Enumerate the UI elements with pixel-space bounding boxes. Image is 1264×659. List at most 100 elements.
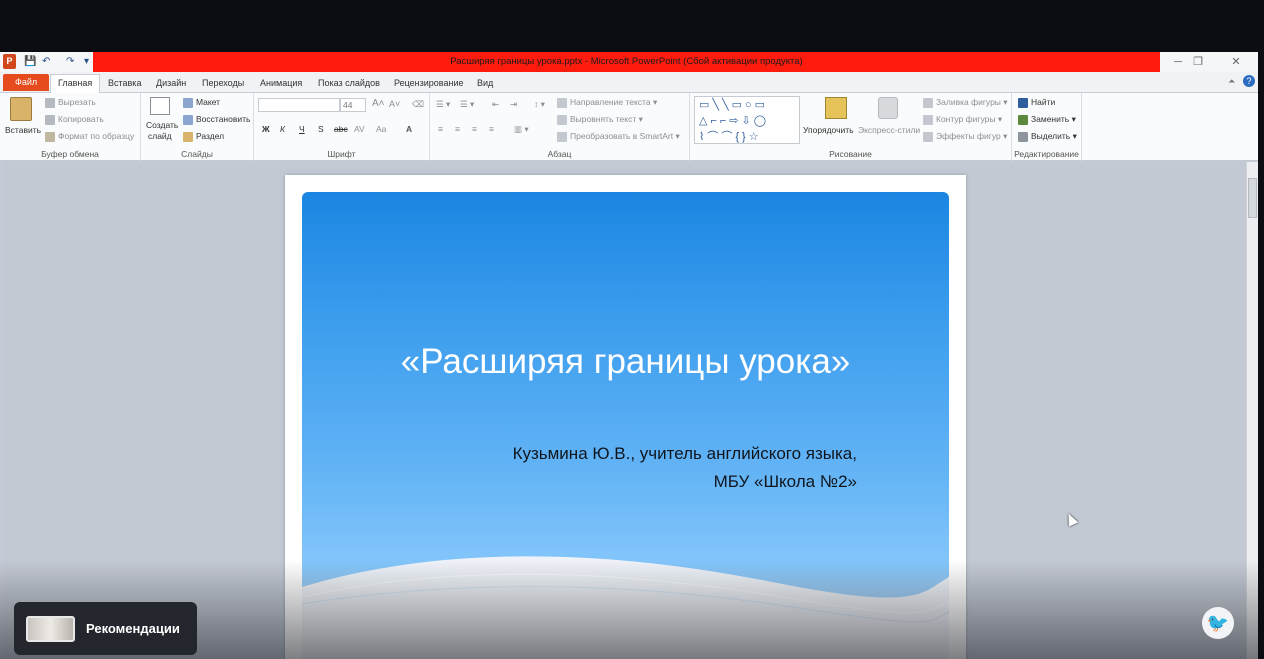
recommendations-label: Рекомендации [86, 621, 180, 636]
tab-view[interactable]: Вид [470, 75, 500, 93]
effects-icon [923, 131, 933, 142]
powerpoint-app-icon[interactable]: P [3, 54, 16, 69]
italic-button[interactable]: К [280, 123, 285, 135]
cut-button[interactable]: Вырезать [45, 96, 96, 108]
replace-label: Заменить [1031, 114, 1070, 124]
tab-insert[interactable]: Вставка [101, 75, 148, 93]
text-direction-button[interactable]: Направление текста ▾ [557, 96, 657, 108]
copy-button[interactable]: Копировать [45, 113, 104, 125]
clear-format-icon[interactable]: ⌫ [412, 98, 424, 110]
save-icon[interactable]: 💾 [24, 55, 36, 69]
shrink-font-icon[interactable]: A˅ [389, 98, 400, 110]
restore-button[interactable]: ❐ [1188, 53, 1208, 71]
undo-icon[interactable]: ↶ [42, 55, 50, 69]
increase-indent-icon[interactable]: ⇥ [510, 98, 517, 110]
tab-animation[interactable]: Анимация [253, 75, 309, 93]
align-right-icon[interactable]: ≡ [472, 123, 477, 135]
ribbon-tabs: Файл Главная Вставка Дизайн Переходы Ани… [0, 72, 1258, 93]
ribbon-home: Вставить Вырезать Копировать Формат по о… [0, 93, 1258, 161]
align-center-icon[interactable]: ≡ [455, 123, 460, 135]
slide-subtitle-line2[interactable]: МБУ «Школа №2» [714, 472, 857, 492]
tab-transitions[interactable]: Переходы [195, 75, 251, 93]
group-editing: Найти Заменить ▾ Выделить ▾ Редактирован… [1012, 93, 1082, 161]
underline-button[interactable]: Ч [299, 123, 305, 135]
paste-icon[interactable] [10, 97, 32, 121]
bold-button[interactable]: Ж [262, 123, 270, 135]
section-icon [183, 131, 193, 142]
tab-slideshow[interactable]: Показ слайдов [311, 75, 387, 93]
copy-label: Копировать [58, 114, 104, 124]
bird-icon[interactable]: 🐦 [1202, 607, 1234, 639]
replace-icon [1018, 114, 1028, 125]
font-name-select[interactable] [258, 98, 340, 112]
scissors-icon [45, 97, 55, 108]
recommendations-button[interactable]: Рекомендации [14, 602, 197, 655]
layout-label: Макет [196, 97, 221, 107]
select-button[interactable]: Выделить ▾ [1018, 130, 1077, 142]
scrollbar-thumb[interactable] [1248, 178, 1257, 218]
shapes-gallery[interactable]: ▭╲╲▭○▭ △⌐⌐⇨⇩◯ ⌇⌒⌒{}☆ [694, 96, 800, 144]
slide-title[interactable]: «Расширяя границы урока» [302, 342, 949, 382]
justify-icon[interactable]: ≡ [489, 123, 494, 135]
font-size-select[interactable]: 44 [340, 98, 366, 112]
reset-button[interactable]: Восстановить [183, 113, 250, 125]
new-slide-button-line2[interactable]: слайд [148, 130, 172, 142]
group-label-paragraph: Абзац [547, 149, 572, 159]
recommendations-thumbnail [26, 616, 75, 642]
quick-styles-button[interactable]: Экспресс-стили [858, 124, 920, 136]
shape-outline-label: Контур фигуры [936, 114, 996, 124]
line-spacing-icon[interactable]: ↕ ▾ [534, 98, 545, 110]
slide[interactable]: «Расширяя границы урока» Кузьмина Ю.В., … [285, 175, 966, 659]
section-button[interactable]: Раздел [183, 130, 224, 142]
slide-editing-area[interactable]: «Расширяя границы урока» Кузьмина Ю.В., … [4, 162, 1246, 659]
tab-file[interactable]: Файл [3, 74, 50, 91]
right-edge-bar [1258, 52, 1264, 659]
shape-outline-button[interactable]: Контур фигуры ▾ [923, 113, 1002, 125]
char-spacing-button[interactable]: AV [354, 123, 365, 135]
help-icon[interactable]: ? [1243, 75, 1255, 87]
shape-effects-button[interactable]: Эффекты фигур ▾ [923, 130, 1007, 142]
tab-review[interactable]: Рецензирование [387, 75, 471, 93]
arrange-button[interactable]: Упорядочить [803, 124, 854, 136]
new-slide-icon[interactable] [150, 97, 170, 115]
tab-home[interactable]: Главная [50, 74, 101, 93]
slide-subtitle-line1[interactable]: Кузьмина Ю.В., учитель английского языка… [513, 444, 857, 464]
align-left-icon[interactable]: ≡ [438, 123, 443, 135]
numbering-icon[interactable]: ☰ ▾ [460, 98, 474, 110]
window-title: Расширяя границы урока.pptx - Microsoft … [93, 52, 1160, 72]
find-button[interactable]: Найти [1018, 96, 1055, 108]
font-color-button[interactable]: A [406, 123, 412, 135]
smartart-button[interactable]: Преобразовать в SmartArt ▾ [557, 130, 680, 142]
align-text-icon [557, 114, 567, 125]
columns-icon[interactable]: ▥ ▾ [514, 123, 529, 135]
align-text-button[interactable]: Выровнять текст ▾ [557, 113, 643, 125]
change-case-button[interactable]: Aa [376, 123, 386, 135]
find-label: Найти [1031, 97, 1056, 107]
fill-bucket-icon [923, 97, 933, 108]
title-bar: P 💾 ↶ ↷ ▾ Расширяя границы урока.pptx - … [0, 52, 1258, 72]
group-font: 44 A˄ A˅ ⌫ Ж К Ч S abc AV Aa A Шрифт [254, 93, 430, 161]
screen: P 💾 ↶ ↷ ▾ Расширяя границы урока.pptx - … [0, 0, 1264, 659]
minimize-button[interactable]: ─ [1168, 53, 1188, 71]
redo-icon[interactable]: ↷ [66, 55, 74, 69]
minimize-ribbon-icon[interactable]: ⏶ [1228, 76, 1235, 87]
shadow-button[interactable]: S [318, 123, 324, 135]
group-paragraph: ☰ ▾ ☰ ▾ ⇤ ⇥ ↕ ▾ ≡ ≡ ≡ ≡ ▥ ▾ Направление … [430, 93, 690, 161]
tab-design[interactable]: Дизайн [149, 75, 193, 93]
shape-fill-button[interactable]: Заливка фигуры ▾ [923, 96, 1008, 108]
strikethrough-button[interactable]: abc [334, 123, 348, 135]
replace-button[interactable]: Заменить ▾ [1018, 113, 1076, 125]
paste-button[interactable]: Вставить [5, 124, 41, 136]
layout-button[interactable]: Макет [183, 96, 220, 108]
vertical-scrollbar[interactable] [1246, 162, 1258, 659]
decrease-indent-icon[interactable]: ⇤ [492, 98, 499, 110]
grow-font-icon[interactable]: A˄ [372, 98, 385, 110]
shape-fill-label: Заливка фигуры [936, 97, 1001, 107]
format-painter-button[interactable]: Формат по образцу [45, 130, 134, 142]
customize-qat-icon[interactable]: ▾ [84, 55, 89, 69]
close-button[interactable]: ✕ [1226, 53, 1246, 71]
quick-styles-icon[interactable] [878, 97, 898, 119]
group-label-font: Шрифт [327, 149, 356, 159]
bullets-icon[interactable]: ☰ ▾ [436, 98, 450, 110]
arrange-icon[interactable] [825, 97, 847, 119]
